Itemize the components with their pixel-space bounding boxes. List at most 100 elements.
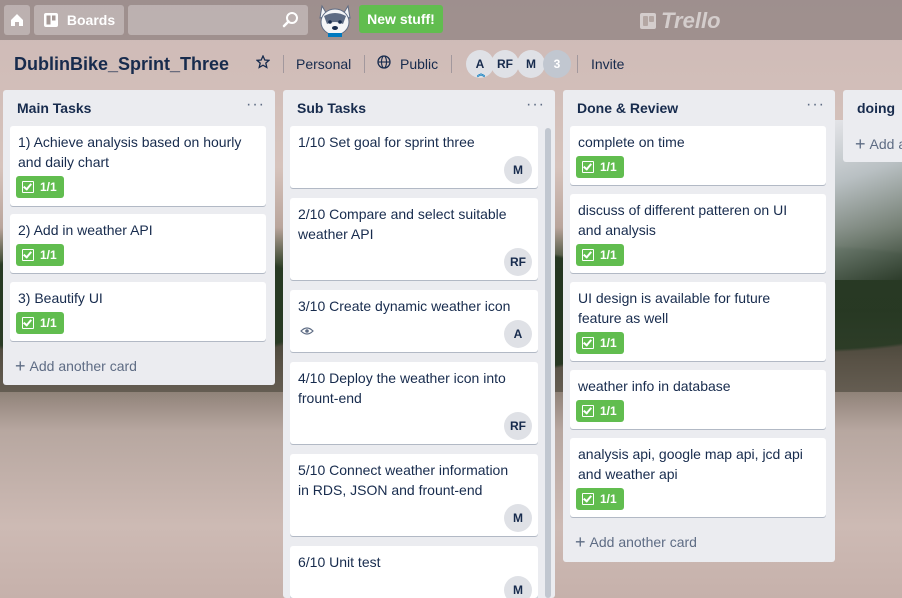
card[interactable]: 5/10 Connect weather information in RDS,… [290,454,538,536]
member-avatar[interactable]: M [517,50,545,78]
checklist-count: 1/1 [40,316,57,330]
top-nav-bar: Boards New stuff! Trello [0,0,902,40]
card-member-avatar[interactable]: M [504,504,532,532]
list-menu-icon[interactable]: ··· [526,96,545,114]
card-title: 3) Beautify UI [18,290,103,306]
checklist-count: 1/1 [600,160,617,174]
list-main-tasks: Main Tasks ··· 1) Achieve analysis based… [3,90,275,385]
card[interactable]: 3) Beautify UI 1/1 [10,282,266,341]
boards-icon [43,13,58,27]
card-title: discuss of different patteren on UI and … [578,202,788,238]
trello-logo[interactable]: Trello [640,8,721,34]
card-title: 4/10 Deploy the weather icon into frount… [298,370,506,406]
divider [283,55,284,73]
card-title: 6/10 Unit test [298,554,381,570]
trello-logo-text: Trello [661,8,721,33]
divider [364,55,365,73]
checklist-icon [582,249,594,261]
checklist-count: 1/1 [40,180,57,194]
checklist-badge: 1/1 [16,244,64,266]
search-box[interactable] [128,5,308,35]
card-member-avatar[interactable]: M [504,576,532,598]
plus-icon: + [855,134,866,154]
card[interactable]: UI design is available for future featur… [570,282,826,361]
list-menu-icon[interactable]: ··· [246,96,265,114]
list-doing: doing +Add a [843,90,902,162]
list-done-review: Done & Review ··· complete on time 1/1 d… [563,90,835,562]
add-card-button[interactable]: + Add another card [575,532,697,552]
card[interactable]: discuss of different patteren on UI and … [570,194,826,273]
add-card-label: Add another card [589,534,697,550]
checklist-badge: 1/1 [576,244,624,266]
card[interactable]: weather info in database 1/1 [570,370,826,429]
plus-icon: + [575,532,586,552]
add-card-label: Add another card [29,358,137,374]
card-member-avatar[interactable]: A [504,320,532,348]
member-count: 3 [553,57,561,71]
watch-eye-icon [300,327,314,335]
member-count-badge[interactable]: 3 [543,50,571,78]
card[interactable]: 3/10 Create dynamic weather icon A [290,290,538,352]
card-title: 2/10 Compare and select suitable weather… [298,206,507,242]
search-icon[interactable] [282,11,300,29]
board-header: DublinBike_Sprint_Three Personal Public … [0,40,902,88]
card[interactable]: 1) Achieve analysis based on hourly and … [10,126,266,206]
star-icon[interactable] [256,55,270,69]
card[interactable]: 6/10 Unit test M [290,546,538,598]
list-header: Done & Review ··· [563,90,835,126]
checklist-badge: 1/1 [16,312,64,334]
member-avatar[interactable]: A ︽ [466,50,494,78]
public-visibility-button[interactable]: Public [400,56,438,72]
card[interactable]: analysis api, google map api, jcd api an… [570,438,826,517]
card-member-avatar[interactable]: RF [504,248,532,276]
card-title: 5/10 Connect weather information in RDS,… [298,462,509,498]
card-title: complete on time [578,134,685,150]
checklist-count: 1/1 [600,404,617,418]
list-header: doing [843,90,902,126]
checklist-badge: 1/1 [576,156,624,178]
checklist-icon [582,161,594,173]
checklist-count: 1/1 [600,492,617,506]
checklist-badge: 1/1 [576,332,624,354]
card[interactable]: 2/10 Compare and select suitable weather… [290,198,538,280]
list-sub-tasks: Sub Tasks ··· 1/10 Set goal for sprint t… [283,90,555,598]
card-member-avatar[interactable]: RF [504,412,532,440]
checklist-icon [582,337,594,349]
card-member-avatar[interactable]: M [504,156,532,184]
checklist-badge: 1/1 [16,176,64,198]
card-title: 3/10 Create dynamic weather icon [298,298,511,314]
card-title: 1) Achieve analysis based on hourly and … [18,134,242,170]
search-input[interactable] [128,5,294,33]
globe-icon [377,55,391,69]
card[interactable]: 1/10 Set goal for sprint three M [290,126,538,188]
card[interactable]: complete on time 1/1 [570,126,826,185]
boards-button[interactable]: Boards [34,5,124,35]
team-visibility-button[interactable]: Personal [296,56,351,72]
list-header: Sub Tasks ··· [283,90,555,126]
member-avatar[interactable]: RF [491,50,519,78]
list-title[interactable]: Main Tasks [17,100,91,116]
list-title[interactable]: Sub Tasks [297,100,366,116]
member-initials: RF [497,57,513,71]
plus-icon: + [15,356,26,376]
checklist-icon [22,181,34,193]
card-title: 2) Add in weather API [18,222,153,238]
new-stuff-button[interactable]: New stuff! [359,5,443,33]
home-button[interactable] [4,5,30,35]
board-title[interactable]: DublinBike_Sprint_Three [14,54,229,75]
checklist-count: 1/1 [600,336,617,350]
card[interactable]: 2) Add in weather API 1/1 [10,214,266,273]
list-scrollbar[interactable] [545,128,551,598]
list-title[interactable]: Done & Review [577,100,678,116]
taco-mascot-icon[interactable] [316,2,354,38]
list-title[interactable]: doing [857,100,895,116]
add-card-button[interactable]: + Add another card [15,356,137,376]
checklist-icon [582,493,594,505]
list-menu-icon[interactable]: ··· [806,96,825,114]
member-initials: M [526,57,536,71]
invite-button[interactable]: Invite [591,56,624,72]
checklist-icon [22,249,34,261]
add-card-button[interactable]: +Add a [855,134,902,154]
card[interactable]: 4/10 Deploy the weather icon into frount… [290,362,538,444]
add-card-label: Add a [869,136,902,152]
